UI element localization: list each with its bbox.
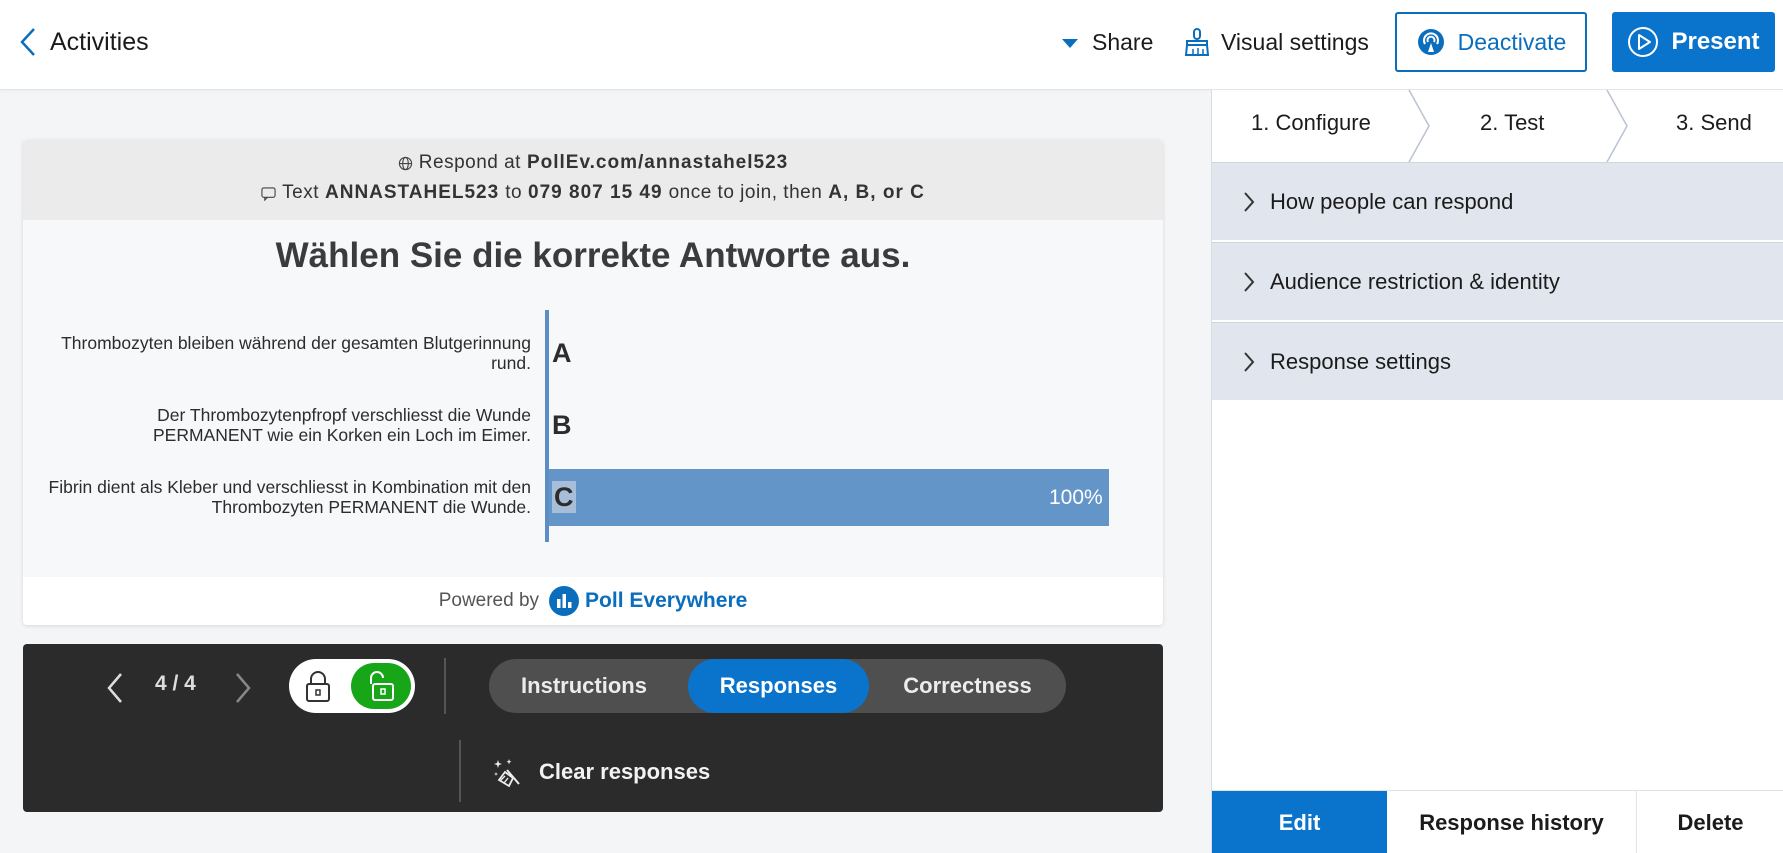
response-bar xyxy=(549,469,1109,526)
text-code: ANNASTAHEL523 xyxy=(325,182,500,203)
answer-letter: C xyxy=(552,481,576,513)
chevron-right-icon xyxy=(1244,271,1255,292)
unlock-icon xyxy=(370,671,394,701)
response-history-button[interactable]: Response history xyxy=(1387,791,1637,853)
section-response-settings[interactable]: Response settings xyxy=(1212,322,1783,400)
answer-letter: B xyxy=(552,410,572,440)
step-separator-icon xyxy=(1408,90,1430,162)
divider xyxy=(444,658,446,714)
clear-responses-label: Clear responses xyxy=(539,759,711,784)
visual-settings-button[interactable]: Visual settings xyxy=(1183,24,1369,60)
present-label: Present xyxy=(1671,28,1760,55)
step-configure[interactable]: 1. Configure xyxy=(1251,110,1371,136)
lock-icon[interactable] xyxy=(303,669,333,703)
deactivate-button[interactable]: Deactivate xyxy=(1395,12,1587,72)
workflow-steps: 1. Configure 2. Test 3. Send xyxy=(1212,90,1783,162)
phone-number: 079 807 15 49 xyxy=(528,182,663,203)
card-footer: Powered by Poll Everywhere xyxy=(23,577,1163,625)
present-button[interactable]: Present xyxy=(1612,12,1775,72)
brand-name: Poll Everywhere xyxy=(585,589,748,612)
next-activity-button[interactable] xyxy=(231,670,255,706)
poll-title: Wählen Sie die korrekte Antworte aus. xyxy=(275,236,911,275)
text-prefix: Text xyxy=(282,182,319,203)
deactivate-label: Deactivate xyxy=(1457,28,1567,55)
segment-responses[interactable]: Responses xyxy=(688,659,869,713)
join-instructions: Respond at PollEv.com/annastahel523 Text… xyxy=(23,140,1163,220)
lock-toggle[interactable] xyxy=(289,659,415,713)
edit-button[interactable]: Edit xyxy=(1212,791,1387,853)
segment-instructions[interactable]: Instructions xyxy=(489,659,679,713)
delete-button[interactable]: Delete xyxy=(1637,791,1783,853)
activity-settings-panel: 1. Configure 2. Test 3. Send How people … xyxy=(1211,90,1783,853)
section-audience-restriction[interactable]: Audience restriction & identity xyxy=(1212,242,1783,320)
paint-brush-icon xyxy=(1184,28,1210,56)
section-label: Audience restriction & identity xyxy=(1270,268,1560,294)
powered-by: Powered by xyxy=(438,590,540,611)
panel-actions: Edit Response history Delete xyxy=(1212,790,1783,853)
view-segmented-control: Instructions Responses Correctness xyxy=(489,659,1066,713)
broom-sparkle-icon xyxy=(494,759,520,788)
divider xyxy=(459,740,461,802)
broadcast-icon xyxy=(1417,29,1444,55)
bar-percent-label: 100% xyxy=(1049,485,1103,509)
previous-activity-button[interactable] xyxy=(103,670,127,706)
respond-line: Respond at PollEv.com/annastahel523 xyxy=(23,152,1163,174)
section-label: How people can respond xyxy=(1270,188,1514,214)
share-label: Share xyxy=(1092,28,1154,55)
answer-label: Thrombozyten bleiben während der gesamte… xyxy=(61,333,531,373)
caret-down-icon xyxy=(1062,38,1078,48)
back-label: Activities xyxy=(50,27,149,56)
chevron-right-icon xyxy=(1244,191,1255,212)
respond-url: PollEv.com/annastahel523 xyxy=(526,152,789,173)
step-send[interactable]: 3. Send xyxy=(1676,110,1752,136)
options-hint: A, B, or C xyxy=(828,182,925,203)
step-separator-icon xyxy=(1606,90,1628,162)
chevron-left-icon xyxy=(20,28,35,56)
segment-correctness[interactable]: Correctness xyxy=(869,659,1066,713)
visual-settings-label: Visual settings xyxy=(1221,28,1369,55)
answer-label: Fibrin dient als Kleber und verschliesst… xyxy=(48,477,531,517)
respond-prefix: Respond at xyxy=(418,152,521,173)
clear-responses-button[interactable]: Clear responses xyxy=(493,754,710,790)
text-to: to xyxy=(505,182,523,203)
share-button[interactable]: Share xyxy=(1062,24,1153,60)
presentation-controls: 4 / 4 Instructions Responses Correctness xyxy=(23,644,1163,812)
text-line: Text ANNASTAHEL523 to 079 807 15 49 once… xyxy=(23,182,1163,204)
section-how-people-can-respond[interactable]: How people can respond xyxy=(1212,162,1783,240)
chevron-right-icon xyxy=(1244,351,1255,372)
text-suffix: once to join, then xyxy=(668,182,823,203)
unlock-button-active[interactable] xyxy=(351,663,411,709)
poll-everywhere-logo: Poll Everywhere xyxy=(549,586,747,616)
top-bar: Activities Share Visual settings Deactiv… xyxy=(0,0,1783,90)
answer-label: Der Thrombozytenpfropf verschliesst die … xyxy=(152,405,531,445)
section-label: Response settings xyxy=(1270,348,1451,374)
poll-everywhere-logo-icon xyxy=(549,586,580,616)
globe-icon xyxy=(398,156,412,170)
play-circle-icon xyxy=(1628,27,1659,57)
answer-letter: A xyxy=(552,338,572,368)
activity-counter: 4 / 4 xyxy=(155,672,196,695)
sms-icon xyxy=(261,186,276,201)
step-test[interactable]: 2. Test xyxy=(1480,110,1544,136)
back-to-activities[interactable]: Activities xyxy=(18,22,149,62)
poll-preview-card: Respond at PollEv.com/annastahel523 Text… xyxy=(23,140,1163,625)
